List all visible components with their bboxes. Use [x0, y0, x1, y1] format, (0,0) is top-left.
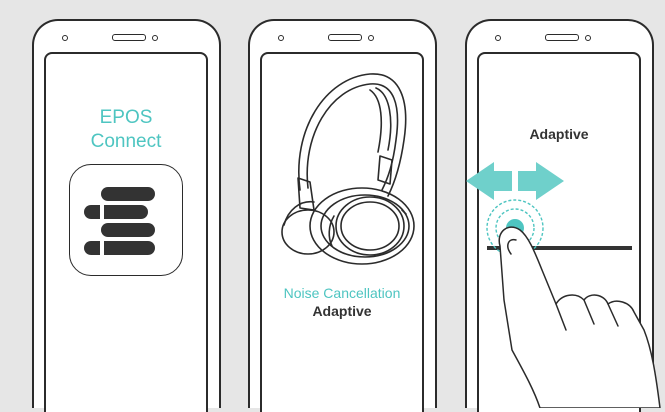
instruction-illustration: EPOS Connect Noise Cancellation Adaptive… — [0, 0, 665, 412]
finger-icon — [498, 226, 661, 408]
swipe-arrows-icon — [466, 162, 564, 200]
gesture-overlay — [466, 162, 661, 408]
